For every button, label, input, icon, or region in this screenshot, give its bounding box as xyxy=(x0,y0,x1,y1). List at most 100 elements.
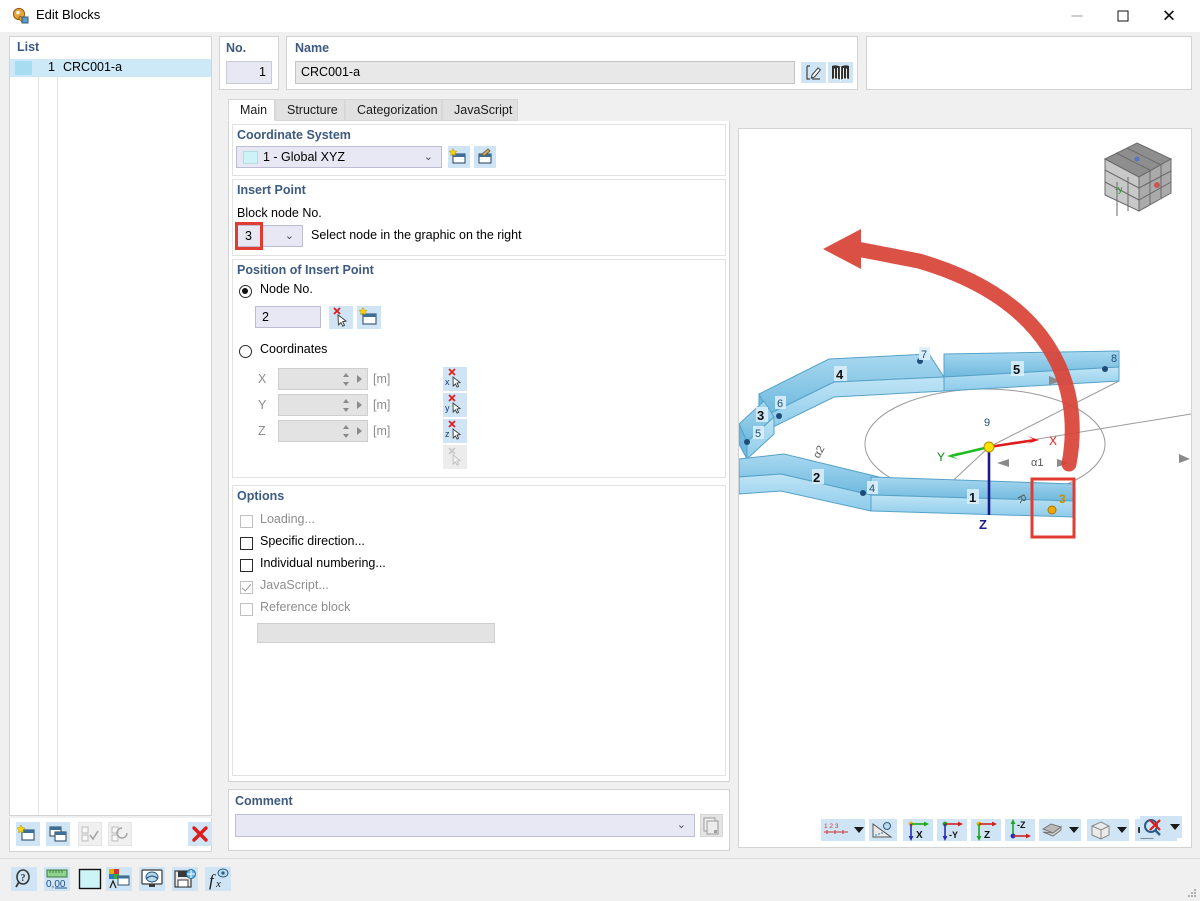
tab-bar: Main Structure Categorization JavaScript xyxy=(228,99,740,121)
node-no-label: Node No. xyxy=(260,282,313,296)
axis-label-z: Z xyxy=(979,517,987,532)
invert-selection-button[interactable] xyxy=(108,822,132,846)
coordinates-radio[interactable] xyxy=(239,345,252,358)
view-z-button[interactable]: Z xyxy=(971,819,1001,841)
model-render[interactable]: 4 5 3 2 1 5 4 6 7 8 9 α2 α1 R X Y Z 3 xyxy=(739,129,1191,813)
list-toolbar xyxy=(9,818,212,852)
spinner-next-icon[interactable] xyxy=(357,401,362,409)
tab-javascript[interactable]: JavaScript xyxy=(442,99,518,121)
position-of-insert-point-group: Position of Insert Point Node No. 2 Coor… xyxy=(232,259,726,478)
node-no-radio[interactable] xyxy=(239,285,252,298)
app-blocks-icon xyxy=(12,7,29,24)
axis-x-input[interactable] xyxy=(278,368,368,390)
option-reference-block-label: Reference block xyxy=(260,600,351,614)
option-specific-direction-checkbox[interactable] xyxy=(240,537,253,550)
pick-y-icon[interactable]: y xyxy=(443,393,467,417)
svg-text:y: y xyxy=(445,403,450,413)
display-mode-button[interactable] xyxy=(1039,819,1081,841)
name-input[interactable]: CRC001-a xyxy=(295,61,795,84)
color-swatch-icon[interactable] xyxy=(77,867,103,891)
resize-grip[interactable] xyxy=(1187,888,1197,898)
numbering-button[interactable]: 1 2 3 xyxy=(821,819,865,841)
list-column-color xyxy=(10,58,39,815)
svg-text:?: ? xyxy=(21,873,26,884)
list-item-number: 1 xyxy=(48,60,55,74)
list-item[interactable]: 1 CRC001-a xyxy=(10,59,211,77)
tab-structure[interactable]: Structure xyxy=(275,99,345,121)
display-properties-icon[interactable] xyxy=(139,867,165,891)
member-label-3: 3 xyxy=(757,408,764,423)
coordinate-system-group: Coordinate System 1 - Global XYZ ⌄ xyxy=(232,124,726,176)
function-icon[interactable]: f x xyxy=(205,867,231,891)
view-negative-y-button[interactable]: -Y xyxy=(937,819,967,841)
new-block-button[interactable] xyxy=(16,822,40,846)
select-all-button[interactable] xyxy=(78,822,102,846)
option-reference-block-checkbox xyxy=(240,603,253,616)
copy-block-button[interactable] xyxy=(46,822,70,846)
pick-node-icon[interactable] xyxy=(329,306,353,329)
library-icon[interactable] xyxy=(828,62,853,83)
axis-y-input[interactable] xyxy=(278,394,368,416)
maximize-button[interactable] xyxy=(1100,0,1146,31)
wireframe-button[interactable] xyxy=(1087,819,1129,841)
number-field[interactable]: 1 xyxy=(226,61,272,84)
axis-z-label: Z xyxy=(258,424,266,438)
coordinate-system-select[interactable]: 1 - Global XYZ ⌄ xyxy=(236,146,442,168)
member-4 xyxy=(758,353,945,431)
new-node-icon[interactable] xyxy=(357,306,381,329)
node-dot-6 xyxy=(776,413,782,419)
spinner-down-icon[interactable] xyxy=(343,408,349,412)
position-title: Position of Insert Point xyxy=(237,263,374,277)
tab-main[interactable]: Main xyxy=(228,99,275,121)
option-javascript-label: JavaScript... xyxy=(260,578,329,592)
option-individual-numbering-checkbox[interactable] xyxy=(240,559,253,572)
member-label-1: 1 xyxy=(969,490,976,505)
coordinate-system-color-swatch xyxy=(243,151,258,164)
main-tab-panel: Coordinate System 1 - Global XYZ ⌄ Inser… xyxy=(228,121,730,782)
view-cube-icon[interactable]: -y xyxy=(1091,137,1177,217)
zoom-reset-button[interactable] xyxy=(1140,816,1182,838)
axis-z-input[interactable] xyxy=(278,420,368,442)
minimize-button[interactable] xyxy=(1054,0,1100,31)
list-header: List xyxy=(17,40,40,54)
view-negative-z-button[interactable]: -Z xyxy=(1005,819,1035,841)
spinner-up-icon[interactable] xyxy=(343,373,349,377)
coordinate-system-value: 1 - Global XYZ xyxy=(263,150,345,164)
save-settings-icon[interactable] xyxy=(172,867,198,891)
annotation-alpha2: α2 xyxy=(811,444,827,461)
copy-comment-icon[interactable] xyxy=(700,814,723,837)
spinner-next-icon[interactable] xyxy=(357,427,362,435)
insert-point-group: Insert Point Block node No. 3 ⌄ Select n… xyxy=(232,179,726,256)
help-icon[interactable]: ? xyxy=(11,867,37,891)
layer-icon[interactable] xyxy=(106,867,132,891)
pick-x-icon[interactable]: x xyxy=(443,367,467,391)
decimal-places-icon[interactable]: 0,00 xyxy=(44,867,70,891)
axis-z-unit: [m] xyxy=(373,424,391,438)
member-label-2: 2 xyxy=(813,470,820,485)
close-button[interactable]: ✕ xyxy=(1146,0,1192,31)
node-label-3: 3 xyxy=(1059,492,1066,506)
spinner-next-icon[interactable] xyxy=(357,375,362,383)
node-dot-5 xyxy=(744,439,750,445)
render-quality-button[interactable] xyxy=(869,819,897,841)
spinner-down-icon[interactable] xyxy=(343,434,349,438)
new-coordinate-system-icon[interactable] xyxy=(448,146,470,168)
spinner-up-icon[interactable] xyxy=(343,399,349,403)
node-no-input[interactable]: 2 xyxy=(255,306,321,328)
edit-coordinate-system-icon[interactable] xyxy=(474,146,496,168)
spinner-up-icon[interactable] xyxy=(343,425,349,429)
comment-input[interactable]: ⌄ xyxy=(235,814,695,837)
pick-z-icon[interactable]: z xyxy=(443,419,467,443)
svg-text:X: X xyxy=(916,830,923,841)
edit-name-icon[interactable] xyxy=(801,62,826,83)
node-label-8: 8 xyxy=(1111,353,1117,365)
delete-block-button[interactable] xyxy=(188,822,212,846)
spinner-down-icon[interactable] xyxy=(343,382,349,386)
graphics-view[interactable]: 4 5 3 2 1 5 4 6 7 8 9 α2 α1 R X Y Z 3 -y… xyxy=(738,128,1192,848)
view-x-button[interactable]: X xyxy=(903,819,933,841)
coordinates-label: Coordinates xyxy=(260,342,328,356)
axis-x-label: X xyxy=(258,372,267,386)
tab-categorization[interactable]: Categorization xyxy=(345,99,442,121)
comment-group: Comment ⌄ xyxy=(228,789,730,851)
header-spacer xyxy=(866,36,1192,90)
